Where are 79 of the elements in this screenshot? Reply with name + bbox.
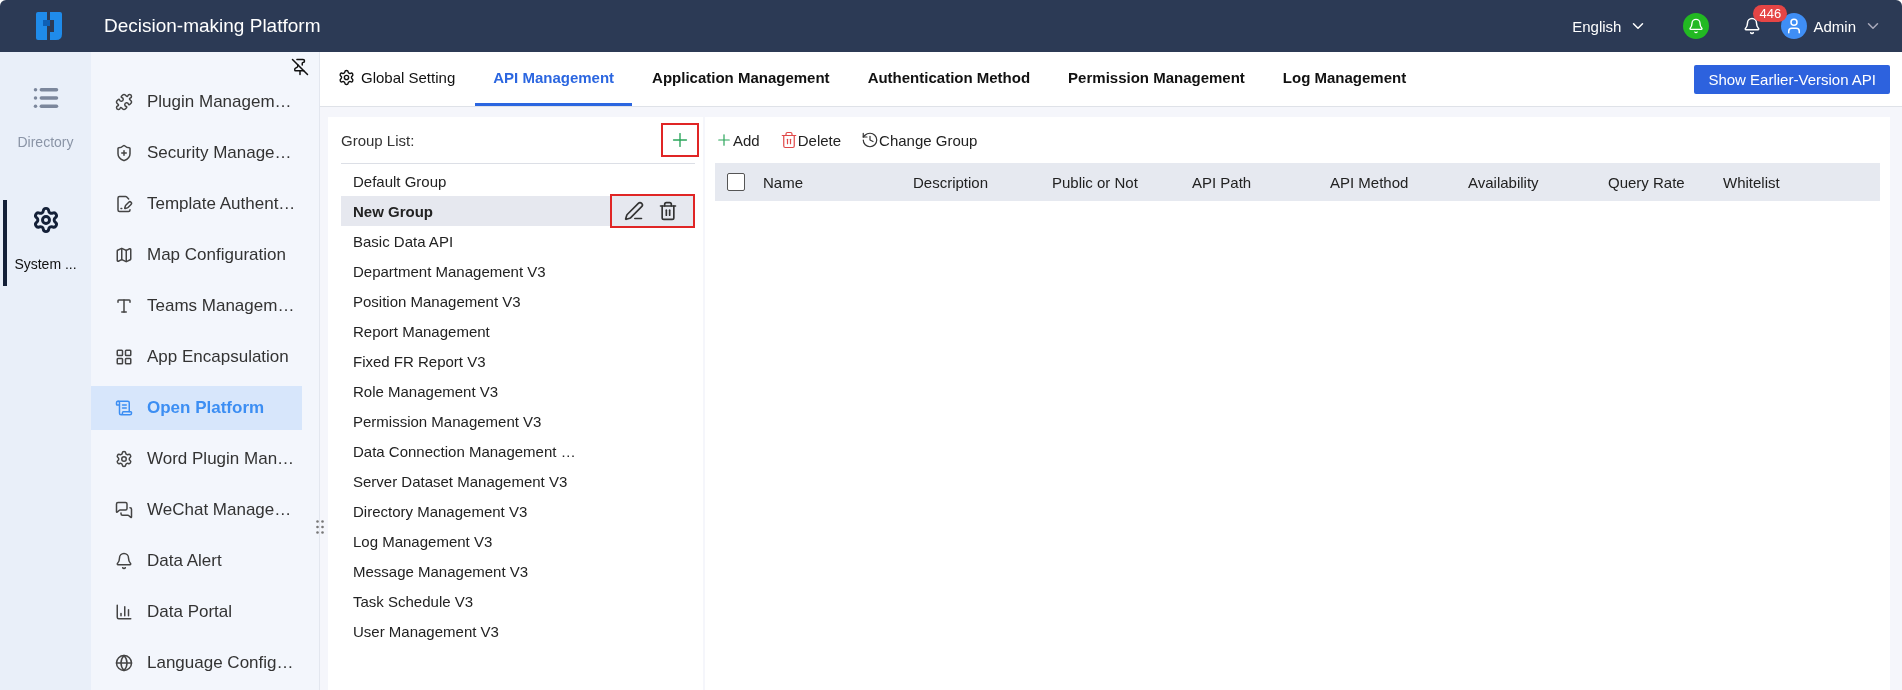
- toolbar-button[interactable]: Change Group: [861, 131, 978, 149]
- app-title: Decision-making Platform: [104, 15, 322, 37]
- column-header: Query Rate: [1608, 173, 1686, 191]
- trash-icon: [779, 131, 798, 149]
- column-header: Public or Not: [1052, 173, 1139, 191]
- gear-icon: [31, 206, 60, 234]
- rail-label: System ...: [14, 256, 77, 272]
- edit-icon[interactable]: [624, 201, 644, 221]
- tab[interactable]: Authentication Method: [849, 52, 1049, 106]
- tab[interactable]: API Management: [475, 52, 633, 106]
- group-item[interactable]: Message Management V3: [353, 562, 529, 580]
- bell-icon: [115, 552, 133, 570]
- group-item[interactable]: Log Management V3: [353, 532, 493, 550]
- group-item[interactable]: Server Dataset Management V3: [353, 472, 568, 490]
- group-item[interactable]: Fixed FR Report V3: [353, 352, 486, 370]
- rail-label: Directory: [17, 134, 74, 150]
- logo-icon: [34, 10, 64, 42]
- tab[interactable]: Application Management: [634, 52, 848, 106]
- drag-handle-icon[interactable]: [316, 520, 324, 534]
- language-selector[interactable]: English: [1572, 17, 1648, 35]
- bell-icon[interactable]: [1683, 13, 1710, 39]
- letter-t-icon: [115, 297, 133, 315]
- group-item[interactable]: Report Management: [353, 322, 490, 340]
- group-item[interactable]: Basic Data API: [353, 232, 454, 250]
- plus-icon: [715, 131, 733, 149]
- history-icon: [861, 131, 880, 149]
- sidebar-item[interactable]: Data Alert: [91, 539, 302, 583]
- chat-bubbles-icon: [115, 501, 133, 519]
- tab[interactable]: Permission Management: [1050, 52, 1263, 106]
- column-header: Availability: [1468, 173, 1540, 191]
- sidebar-item[interactable]: Template Authent…: [91, 182, 302, 226]
- group-item[interactable]: Task Schedule V3: [353, 592, 474, 610]
- group-item[interactable]: Department Management V3: [353, 262, 546, 280]
- grid-icon: [115, 348, 133, 366]
- toolbar-button[interactable]: Delete: [779, 131, 842, 149]
- sidebar-item[interactable]: WeChat Manage…: [91, 488, 302, 532]
- gear-icon: [115, 450, 133, 468]
- map-icon: [115, 246, 133, 264]
- list-document-icon: [115, 399, 133, 417]
- shield-plus-icon: [115, 144, 133, 162]
- column-header: API Path: [1192, 173, 1253, 191]
- notification-icon[interactable]: [1743, 17, 1762, 35]
- trash-icon[interactable]: [658, 201, 678, 221]
- unpin-icon[interactable]: [291, 58, 309, 76]
- sidebar-item[interactable]: App Encapsulation: [91, 335, 302, 379]
- column-header: Whitelist: [1723, 173, 1781, 191]
- avatar-icon[interactable]: [1781, 13, 1808, 39]
- column-header: API Method: [1330, 173, 1410, 191]
- tab[interactable]: Global Setting: [320, 52, 474, 106]
- puzzle-icon: [115, 93, 133, 111]
- select-all-checkbox[interactable]: [727, 173, 745, 191]
- document-pen-icon: [115, 195, 133, 213]
- group-item[interactable]: New Group: [353, 202, 433, 220]
- globe-icon: [115, 654, 133, 672]
- group-item[interactable]: Position Management V3: [353, 292, 521, 310]
- group-item[interactable]: Data Connection Management …: [353, 442, 576, 460]
- gear-icon: [338, 69, 355, 86]
- add-group-button[interactable]: [661, 123, 699, 157]
- earlier-version-button[interactable]: Show Earlier-Version API: [1694, 64, 1890, 94]
- column-header: Name: [763, 173, 804, 191]
- group-item[interactable]: Permission Management V3: [353, 412, 542, 430]
- sidebar-item[interactable]: Language Config…: [91, 641, 302, 685]
- user-menu[interactable]: Admin: [1813, 17, 1882, 35]
- sidebar-item[interactable]: Teams Managem…: [91, 284, 302, 328]
- notification-count: 446: [1753, 5, 1788, 22]
- sidebar-item[interactable]: Data Portal: [91, 590, 302, 634]
- group-item[interactable]: Default Group: [353, 172, 447, 190]
- tab[interactable]: Log Management: [1264, 52, 1425, 106]
- toolbar-button[interactable]: Add: [715, 131, 760, 149]
- bar-chart-icon: [115, 603, 133, 621]
- column-header: Description: [913, 173, 990, 191]
- group-list-title: Group List:: [341, 131, 415, 149]
- sidebar-item[interactable]: Security Manage…: [91, 131, 302, 175]
- sidebar-item[interactable]: Word Plugin Man…: [91, 437, 302, 481]
- group-item[interactable]: User Management V3: [353, 622, 499, 640]
- group-item[interactable]: Directory Management V3: [353, 502, 528, 520]
- group-item[interactable]: Role Management V3: [353, 382, 499, 400]
- sidebar-item[interactable]: Plugin Managem…: [91, 80, 302, 124]
- sidebar-item[interactable]: Map Configuration: [91, 233, 302, 277]
